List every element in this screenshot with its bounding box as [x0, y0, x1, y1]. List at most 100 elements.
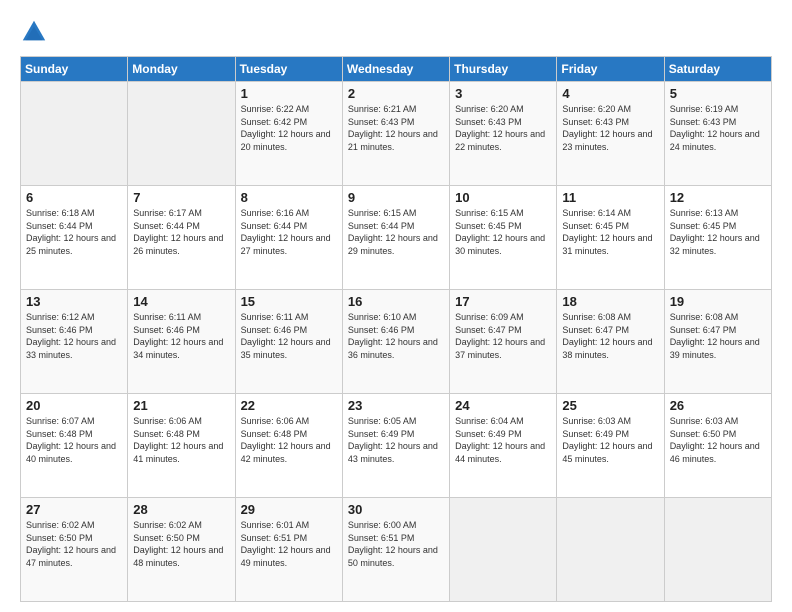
week-row-4: 20 Sunrise: 6:07 AM Sunset: 6:48 PM Dayli… — [21, 394, 772, 498]
day-info: Sunrise: 6:11 AM Sunset: 6:46 PM Dayligh… — [133, 311, 229, 361]
day-number: 6 — [26, 190, 122, 205]
day-number: 15 — [241, 294, 337, 309]
day-cell — [128, 82, 235, 186]
day-info: Sunrise: 6:02 AM Sunset: 6:50 PM Dayligh… — [133, 519, 229, 569]
week-row-3: 13 Sunrise: 6:12 AM Sunset: 6:46 PM Dayli… — [21, 290, 772, 394]
day-cell: 26 Sunrise: 6:03 AM Sunset: 6:50 PM Dayli… — [664, 394, 771, 498]
day-cell: 28 Sunrise: 6:02 AM Sunset: 6:50 PM Dayli… — [128, 498, 235, 602]
day-number: 11 — [562, 190, 658, 205]
day-number: 30 — [348, 502, 444, 517]
day-cell: 14Sunrise: 6:11 AM Sunset: 6:46 PM Dayli… — [128, 290, 235, 394]
day-number: 19 — [670, 294, 766, 309]
col-header-saturday: Saturday — [664, 57, 771, 82]
col-header-thursday: Thursday — [450, 57, 557, 82]
day-number: 16 — [348, 294, 444, 309]
day-cell: 23 Sunrise: 6:05 AM Sunset: 6:49 PM Dayli… — [342, 394, 449, 498]
day-cell — [664, 498, 771, 602]
day-info: Sunrise: 6:17 AM Sunset: 6:44 PM Dayligh… — [133, 207, 229, 257]
day-cell: 19Sunrise: 6:08 AM Sunset: 6:47 PM Dayli… — [664, 290, 771, 394]
day-cell: 6Sunrise: 6:18 AM Sunset: 6:44 PM Daylig… — [21, 186, 128, 290]
day-info: Sunrise: 6:15 AM Sunset: 6:45 PM Dayligh… — [455, 207, 551, 257]
day-info: Sunrise: 6:02 AM Sunset: 6:50 PM Dayligh… — [26, 519, 122, 569]
day-cell: 4 Sunrise: 6:20 AM Sunset: 6:43 PM Daylig… — [557, 82, 664, 186]
day-number: 13 — [26, 294, 122, 309]
day-info: Sunrise: 6:22 AM Sunset: 6:42 PM Dayligh… — [241, 103, 337, 153]
day-cell: 21 Sunrise: 6:06 AM Sunset: 6:48 PM Dayli… — [128, 394, 235, 498]
header — [20, 18, 772, 46]
day-cell — [450, 498, 557, 602]
logo — [20, 18, 52, 46]
week-row-5: 27 Sunrise: 6:02 AM Sunset: 6:50 PM Dayli… — [21, 498, 772, 602]
day-info: Sunrise: 6:01 AM Sunset: 6:51 PM Dayligh… — [241, 519, 337, 569]
day-info: Sunrise: 6:19 AM Sunset: 6:43 PM Dayligh… — [670, 103, 766, 153]
day-info: Sunrise: 6:14 AM Sunset: 6:45 PM Dayligh… — [562, 207, 658, 257]
day-number: 29 — [241, 502, 337, 517]
day-cell: 20 Sunrise: 6:07 AM Sunset: 6:48 PM Dayli… — [21, 394, 128, 498]
day-info: Sunrise: 6:06 AM Sunset: 6:48 PM Dayligh… — [241, 415, 337, 465]
col-header-wednesday: Wednesday — [342, 57, 449, 82]
day-cell: 2 Sunrise: 6:21 AM Sunset: 6:43 PM Daylig… — [342, 82, 449, 186]
calendar-body: 1 Sunrise: 6:22 AM Sunset: 6:42 PM Daylig… — [21, 82, 772, 602]
day-info: Sunrise: 6:20 AM Sunset: 6:43 PM Dayligh… — [562, 103, 658, 153]
day-cell: 29 Sunrise: 6:01 AM Sunset: 6:51 PM Dayli… — [235, 498, 342, 602]
day-number: 12 — [670, 190, 766, 205]
day-number: 10 — [455, 190, 551, 205]
day-info: Sunrise: 6:16 AM Sunset: 6:44 PM Dayligh… — [241, 207, 337, 257]
day-number: 26 — [670, 398, 766, 413]
day-number: 17 — [455, 294, 551, 309]
day-number: 21 — [133, 398, 229, 413]
day-cell: 5 Sunrise: 6:19 AM Sunset: 6:43 PM Daylig… — [664, 82, 771, 186]
calendar-table: SundayMondayTuesdayWednesdayThursdayFrid… — [20, 56, 772, 602]
col-header-sunday: Sunday — [21, 57, 128, 82]
day-number: 5 — [670, 86, 766, 101]
day-info: Sunrise: 6:21 AM Sunset: 6:43 PM Dayligh… — [348, 103, 444, 153]
page: SundayMondayTuesdayWednesdayThursdayFrid… — [0, 0, 792, 612]
day-cell: 9 Sunrise: 6:15 AM Sunset: 6:44 PM Daylig… — [342, 186, 449, 290]
week-row-2: 6Sunrise: 6:18 AM Sunset: 6:44 PM Daylig… — [21, 186, 772, 290]
day-cell: 15 Sunrise: 6:11 AM Sunset: 6:46 PM Dayli… — [235, 290, 342, 394]
day-cell: 8Sunrise: 6:16 AM Sunset: 6:44 PM Daylig… — [235, 186, 342, 290]
day-cell: 11 Sunrise: 6:14 AM Sunset: 6:45 PM Dayli… — [557, 186, 664, 290]
day-number: 28 — [133, 502, 229, 517]
day-cell: 10 Sunrise: 6:15 AM Sunset: 6:45 PM Dayli… — [450, 186, 557, 290]
day-info: Sunrise: 6:10 AM Sunset: 6:46 PM Dayligh… — [348, 311, 444, 361]
day-info: Sunrise: 6:09 AM Sunset: 6:47 PM Dayligh… — [455, 311, 551, 361]
day-info: Sunrise: 6:06 AM Sunset: 6:48 PM Dayligh… — [133, 415, 229, 465]
day-cell: 3 Sunrise: 6:20 AM Sunset: 6:43 PM Daylig… — [450, 82, 557, 186]
col-header-monday: Monday — [128, 57, 235, 82]
day-cell: 24Sunrise: 6:04 AM Sunset: 6:49 PM Dayli… — [450, 394, 557, 498]
day-number: 3 — [455, 86, 551, 101]
day-info: Sunrise: 6:08 AM Sunset: 6:47 PM Dayligh… — [562, 311, 658, 361]
day-info: Sunrise: 6:20 AM Sunset: 6:43 PM Dayligh… — [455, 103, 551, 153]
day-info: Sunrise: 6:15 AM Sunset: 6:44 PM Dayligh… — [348, 207, 444, 257]
day-cell: 7 Sunrise: 6:17 AM Sunset: 6:44 PM Daylig… — [128, 186, 235, 290]
day-number: 25 — [562, 398, 658, 413]
day-number: 23 — [348, 398, 444, 413]
day-number: 1 — [241, 86, 337, 101]
day-cell — [557, 498, 664, 602]
day-info: Sunrise: 6:12 AM Sunset: 6:46 PM Dayligh… — [26, 311, 122, 361]
day-number: 22 — [241, 398, 337, 413]
day-cell: 1 Sunrise: 6:22 AM Sunset: 6:42 PM Daylig… — [235, 82, 342, 186]
day-cell: 27 Sunrise: 6:02 AM Sunset: 6:50 PM Dayli… — [21, 498, 128, 602]
header-row: SundayMondayTuesdayWednesdayThursdayFrid… — [21, 57, 772, 82]
day-cell: 30 Sunrise: 6:00 AM Sunset: 6:51 PM Dayli… — [342, 498, 449, 602]
day-number: 7 — [133, 190, 229, 205]
day-number: 9 — [348, 190, 444, 205]
day-info: Sunrise: 6:03 AM Sunset: 6:50 PM Dayligh… — [670, 415, 766, 465]
day-number: 18 — [562, 294, 658, 309]
logo-icon — [20, 18, 48, 46]
day-number: 27 — [26, 502, 122, 517]
day-info: Sunrise: 6:05 AM Sunset: 6:49 PM Dayligh… — [348, 415, 444, 465]
day-info: Sunrise: 6:11 AM Sunset: 6:46 PM Dayligh… — [241, 311, 337, 361]
day-number: 4 — [562, 86, 658, 101]
day-number: 2 — [348, 86, 444, 101]
day-cell: 12Sunrise: 6:13 AM Sunset: 6:45 PM Dayli… — [664, 186, 771, 290]
day-number: 24 — [455, 398, 551, 413]
day-info: Sunrise: 6:07 AM Sunset: 6:48 PM Dayligh… — [26, 415, 122, 465]
day-info: Sunrise: 6:00 AM Sunset: 6:51 PM Dayligh… — [348, 519, 444, 569]
day-cell: 18 Sunrise: 6:08 AM Sunset: 6:47 PM Dayli… — [557, 290, 664, 394]
day-number: 20 — [26, 398, 122, 413]
day-cell: 13 Sunrise: 6:12 AM Sunset: 6:46 PM Dayli… — [21, 290, 128, 394]
calendar-header: SundayMondayTuesdayWednesdayThursdayFrid… — [21, 57, 772, 82]
